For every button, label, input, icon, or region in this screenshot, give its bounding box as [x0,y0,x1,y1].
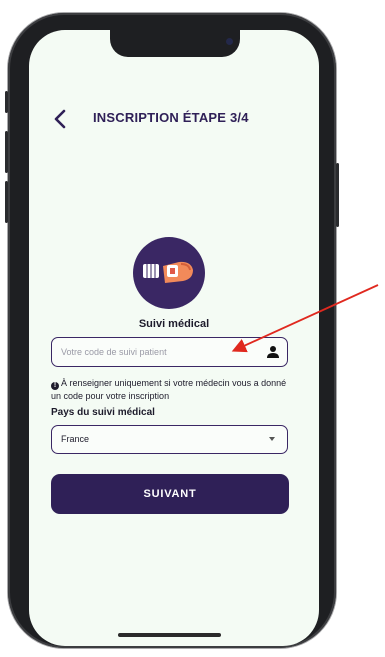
volume-down-button [5,181,8,223]
info-note: ! À renseigner uniquement si votre médeci… [51,377,291,402]
chevron-down-icon [269,437,275,441]
patient-code-input[interactable]: Votre code de suivi patient [51,337,288,367]
patient-code-placeholder: Votre code de suivi patient [61,347,167,357]
front-camera [226,38,233,45]
notch [110,30,240,57]
next-button[interactable]: SUIVANT [51,474,289,514]
country-select[interactable]: France [51,425,288,454]
country-label: Pays du suivi médical [51,407,155,418]
power-button [336,163,339,227]
back-button[interactable] [49,107,71,131]
info-icon: ! [51,382,59,390]
info-text: À renseigner uniquement si votre médecin… [51,378,287,401]
medical-bracelet-icon [133,237,205,309]
person-icon [267,346,279,358]
page-title: INSCRIPTION ÉTAPE 3/4 [93,110,249,125]
medical-section-label: Suivi médical [138,318,210,330]
home-indicator[interactable] [118,633,221,637]
country-selected-value: France [61,434,90,444]
chevron-left-icon [54,109,66,129]
volume-up-button [5,131,8,173]
app-screen: INSCRIPTION ÉTAPE 3/4 Suivi médical Votr… [29,30,319,646]
mute-switch [5,91,8,113]
